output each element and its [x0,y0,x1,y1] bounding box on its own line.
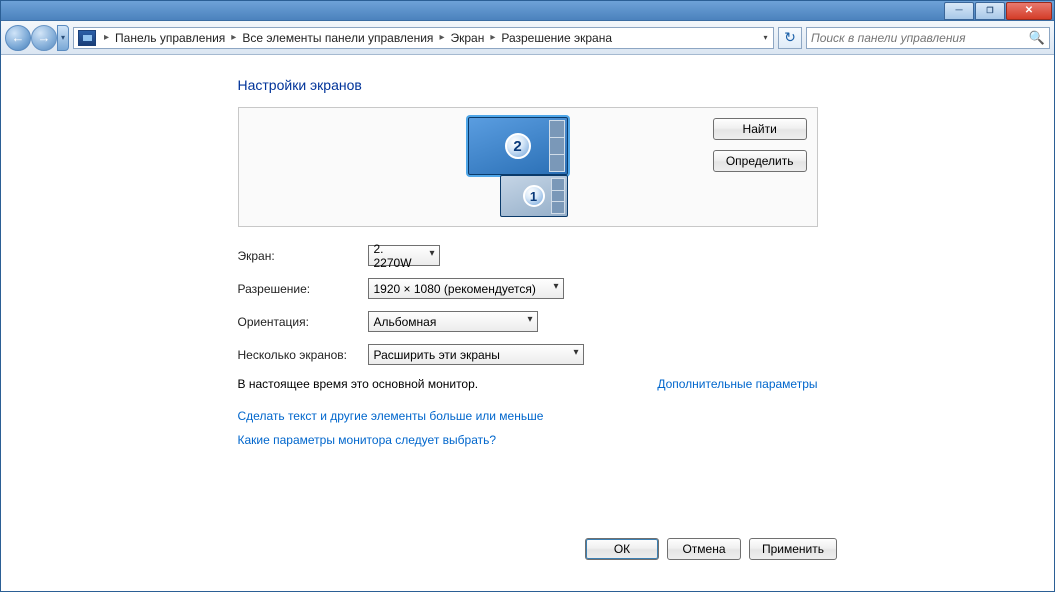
cancel-button[interactable]: Отмена [667,538,741,560]
apply-button[interactable]: Применить [749,538,837,560]
orientation-dropdown[interactable]: Альбомная [368,311,538,332]
ok-button[interactable]: ОК [585,538,659,560]
text-size-link[interactable]: Сделать текст и другие элементы больше и… [238,409,818,423]
arrow-left-icon: ← [12,30,25,45]
breadcrumb[interactable]: Все элементы панели управления [240,29,435,47]
control-panel-icon [78,30,96,46]
advanced-settings-link[interactable]: Дополнительные параметры [657,377,817,391]
monitor-1[interactable]: 1 [500,175,568,217]
refresh-icon: ↻ [784,29,796,46]
screen-value: 2. 2270W [374,242,419,270]
monitor-number: 1 [523,185,545,207]
help-links: Сделать текст и другие элементы больше и… [238,409,818,447]
window-frame: ─ ❐ ✕ ← → ▾ ▸ Панель управления ▸ Все эл… [0,0,1055,592]
maximize-button[interactable]: ❐ [975,2,1005,20]
multi-label: Несколько экранов: [238,348,368,362]
status-row: В настоящее время это основной монитор. … [238,377,818,391]
minimize-button[interactable]: ─ [944,2,974,20]
identify-button[interactable]: Определить [713,150,807,172]
which-settings-link[interactable]: Какие параметры монитора следует выбрать… [238,433,818,447]
address-bar[interactable]: ▸ Панель управления ▸ Все элементы панел… [73,27,774,49]
address-tail: ▾ [757,28,773,48]
field-orientation: Ориентация: Альбомная [238,311,818,332]
find-button[interactable]: Найти [713,118,807,140]
breadcrumb-sep: ▸ [486,32,499,43]
monitor-2[interactable]: 2 [468,117,568,175]
nav-arrows: ← → ▾ [5,25,69,51]
field-screen: Экран: 2. 2270W [238,245,818,266]
multi-value: Расширить эти экраны [374,348,500,362]
breadcrumb-sep: ▸ [227,32,240,43]
page-title: Настройки экранов [238,77,818,93]
window-buttons: ─ ❐ ✕ [943,2,1052,20]
search-input[interactable] [811,31,1045,45]
display-side-buttons: Найти Определить [713,118,807,172]
navigation-bar: ← → ▾ ▸ Панель управления ▸ Все элементы… [1,21,1054,55]
content-area: Настройки экранов 2 1 Найти Определить [2,57,1053,590]
arrow-right-icon: → [38,30,51,45]
search-icon[interactable]: 🔍 [1029,30,1045,46]
taskbar-icon [551,178,565,214]
display-arrangement[interactable]: 2 1 Найти Определить [238,107,818,227]
screen-label: Экран: [238,249,368,263]
dialog-buttons: ОК Отмена Применить [2,528,1053,590]
monitor-number: 2 [505,133,531,159]
orientation-value: Альбомная [374,315,437,329]
breadcrumb[interactable]: Панель управления [113,29,227,47]
breadcrumb[interactable]: Разрешение экрана [499,29,614,47]
resolution-value: 1920 × 1080 (рекомендуется) [374,282,536,296]
primary-monitor-note: В настоящее время это основной монитор. [238,377,479,391]
field-multi: Несколько экранов: Расширить эти экраны [238,344,818,365]
screen-dropdown[interactable]: 2. 2270W [368,245,440,266]
orientation-label: Ориентация: [238,315,368,329]
titlebar[interactable]: ─ ❐ ✕ [1,1,1054,21]
breadcrumb-sep: ▸ [100,32,113,43]
address-dropdown[interactable]: ▾ [757,28,773,48]
close-button[interactable]: ✕ [1006,2,1052,20]
taskbar-icon [549,120,565,172]
breadcrumb-sep: ▸ [435,32,448,43]
history-dropdown[interactable]: ▾ [57,25,69,51]
center-column: Настройки экранов 2 1 Найти Определить [238,77,818,457]
resolution-label: Разрешение: [238,282,368,296]
resolution-dropdown[interactable]: 1920 × 1080 (рекомендуется) [368,278,564,299]
search-box[interactable]: 🔍 [806,27,1050,49]
forward-button[interactable]: → [31,25,57,51]
back-button[interactable]: ← [5,25,31,51]
multi-dropdown[interactable]: Расширить эти экраны [368,344,584,365]
field-resolution: Разрешение: 1920 × 1080 (рекомендуется) [238,278,818,299]
breadcrumb[interactable]: Экран [448,29,486,47]
refresh-button[interactable]: ↻ [778,27,802,49]
settings-fields: Экран: 2. 2270W Разрешение: 1920 × 1080 … [238,245,818,365]
monitor-preview: 2 1 [418,117,638,217]
